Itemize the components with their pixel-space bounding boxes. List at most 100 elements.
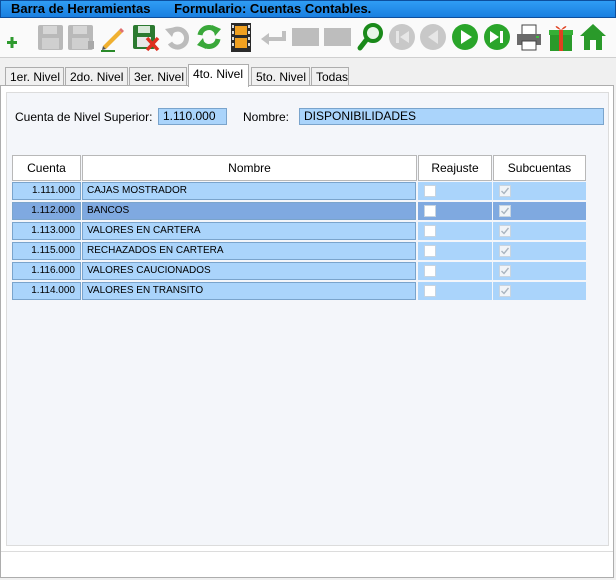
blank-icon (322, 21, 352, 53)
tab-strip: 1er. Nivel 2do. Nivel 3er. Nivel 4to. Nivel… (0, 64, 616, 87)
column-header-cuenta[interactable]: Cuenta (12, 155, 81, 181)
reajuste-checkbox[interactable] (424, 205, 436, 217)
return-button[interactable] (258, 21, 288, 53)
search-button[interactable] (356, 21, 386, 53)
reajuste-cell (418, 242, 492, 260)
column-header-reajuste[interactable]: Reajuste (418, 155, 492, 181)
reajuste-cell (418, 182, 492, 200)
account-code-cell[interactable]: 1.113.000 (12, 222, 81, 240)
gift-button[interactable] (546, 21, 576, 53)
subcuentas-checkbox[interactable] (499, 185, 511, 197)
subcuentas-checkbox[interactable] (499, 245, 511, 257)
account-name-cell[interactable]: CAJAS MOSTRADOR (82, 182, 416, 200)
subcuentas-cell (493, 182, 586, 200)
reajuste-cell (418, 262, 492, 280)
column-header-subcuentas[interactable]: Subcuentas (493, 155, 586, 181)
undo-button[interactable] (162, 21, 192, 53)
add-button[interactable] (4, 21, 34, 53)
blank-icon (290, 21, 320, 53)
check-icon (500, 266, 510, 276)
name-field[interactable]: DISPONIBILIDADES (299, 108, 604, 125)
tab-4to-nivel[interactable]: 4to. Nivel (188, 64, 249, 87)
check-icon (500, 186, 510, 196)
pencil-button[interactable] (97, 21, 127, 53)
parent-account-field[interactable]: 1.110.000 (158, 108, 227, 125)
check-icon (500, 206, 510, 216)
title-bar: Barra de Herramientas Formulario: Cuenta… (0, 0, 616, 18)
subcuentas-cell (493, 282, 586, 300)
delete-button[interactable] (130, 21, 160, 53)
tab-5to-nivel[interactable]: 5to. Nivel (251, 67, 310, 86)
account-code-cell[interactable]: 1.112.000 (12, 202, 81, 220)
save-as-icon (66, 21, 96, 53)
subcuentas-checkbox[interactable] (499, 225, 511, 237)
save-button[interactable] (35, 21, 65, 53)
form-area: Cuenta de Nivel Superior: 1.110.000 Nomb… (6, 92, 609, 546)
return-icon (258, 21, 288, 53)
tab-panel: Cuenta de Nivel Superior: 1.110.000 Nomb… (0, 85, 614, 578)
next-icon (450, 21, 480, 53)
accounts-grid: Cuenta Nombre Reajuste Subcuentas 1.111.000 C… (12, 155, 614, 559)
reajuste-checkbox[interactable] (424, 285, 436, 297)
search-icon (356, 21, 386, 53)
tab-2do-nivel[interactable]: 2do. Nivel (65, 67, 128, 86)
film-icon (226, 21, 256, 53)
previous-button[interactable] (418, 21, 448, 53)
account-code-cell[interactable]: 1.114.000 (12, 282, 81, 300)
blank-button[interactable] (322, 21, 352, 53)
check-icon (500, 226, 510, 236)
tab-todas[interactable]: Todas (311, 67, 349, 86)
refresh-button[interactable] (194, 21, 224, 53)
undo-icon (162, 21, 192, 53)
toolbar (0, 18, 616, 58)
account-name-cell[interactable]: RECHAZADOS EN CARTERA (82, 242, 416, 260)
reajuste-cell (418, 282, 492, 300)
column-header-nombre[interactable]: Nombre (82, 155, 417, 181)
subcuentas-checkbox[interactable] (499, 285, 511, 297)
account-code-cell[interactable]: 1.111.000 (12, 182, 81, 200)
subcuentas-cell (493, 202, 586, 220)
blank-button[interactable] (290, 21, 320, 53)
tab-1er-nivel[interactable]: 1er. Nivel (5, 67, 64, 86)
name-label: Nombre: (243, 110, 290, 124)
home-icon (578, 21, 608, 53)
printer-icon (514, 21, 544, 53)
next-button[interactable] (450, 21, 480, 53)
toolbar-title: Barra de Herramientas (11, 1, 151, 16)
printer-button[interactable] (514, 21, 544, 53)
film-button[interactable] (226, 21, 256, 53)
account-name-cell[interactable]: BANCOS (82, 202, 416, 220)
account-code-cell[interactable]: 1.116.000 (12, 262, 81, 280)
save-as-button[interactable] (66, 21, 96, 53)
account-name-cell[interactable]: VALORES EN CARTERA (82, 222, 416, 240)
account-name-cell[interactable]: VALORES CAUCIONADOS (82, 262, 416, 280)
pencil-icon (97, 21, 127, 53)
last-icon (482, 21, 512, 53)
home-button[interactable] (578, 21, 608, 53)
form-title: Formulario: Cuentas Contables. (174, 1, 372, 16)
tab-3er-nivel[interactable]: 3er. Nivel (129, 67, 187, 86)
reajuste-checkbox[interactable] (424, 265, 436, 277)
reajuste-cell (418, 222, 492, 240)
first-icon (387, 21, 417, 53)
previous-icon (418, 21, 448, 53)
account-name-cell[interactable]: VALORES EN TRANSITO (82, 282, 416, 300)
save-icon (35, 21, 65, 53)
subcuentas-checkbox[interactable] (499, 265, 511, 277)
account-code-cell[interactable]: 1.115.000 (12, 242, 81, 260)
subcuentas-checkbox[interactable] (499, 205, 511, 217)
status-area (1, 551, 613, 577)
parent-account-label: Cuenta de Nivel Superior: (15, 110, 153, 124)
gift-icon (546, 21, 576, 53)
delete-icon (130, 21, 160, 53)
reajuste-checkbox[interactable] (424, 245, 436, 257)
refresh-icon (194, 21, 224, 53)
subcuentas-cell (493, 262, 586, 280)
reajuste-checkbox[interactable] (424, 225, 436, 237)
subcuentas-cell (493, 242, 586, 260)
first-button[interactable] (387, 21, 417, 53)
check-icon (500, 286, 510, 296)
reajuste-cell (418, 202, 492, 220)
reajuste-checkbox[interactable] (424, 185, 436, 197)
last-button[interactable] (482, 21, 512, 53)
